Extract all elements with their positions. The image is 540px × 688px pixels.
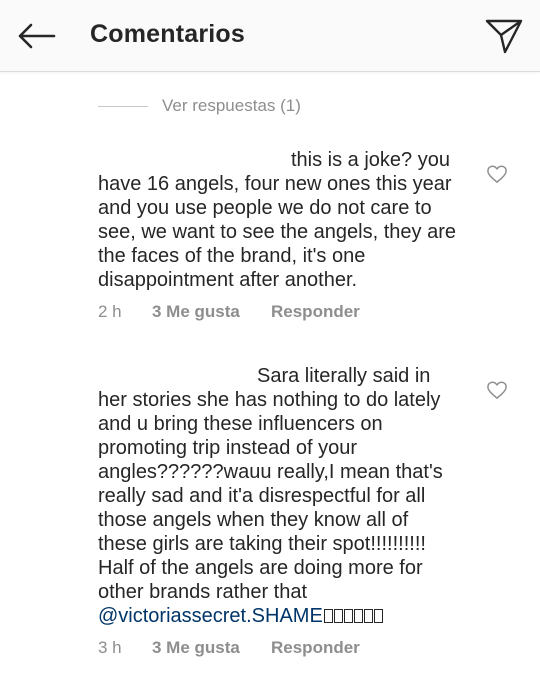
comment-time: 2 h <box>98 302 122 321</box>
comment-text: this is a joke? you have 16 angels, four… <box>98 149 456 291</box>
arrow-left-icon <box>18 23 56 49</box>
view-replies-button[interactable]: Ver respuestas (1) <box>98 94 301 118</box>
comment-mention-line: @victoriassecret.SHAME <box>98 604 478 628</box>
mention-link[interactable]: @victoriassecret.SHAME <box>98 605 323 627</box>
app-header: Comentarios <box>0 0 540 72</box>
reply-button[interactable]: Responder <box>271 302 360 322</box>
replies-divider <box>98 105 148 107</box>
reply-button[interactable]: Responder <box>271 638 360 658</box>
comment-meta: 2 h 3 Me gusta Responder <box>98 302 478 322</box>
comment-likes-link[interactable]: 3 Me gusta <box>152 638 271 658</box>
heart-icon[interactable] <box>486 164 508 184</box>
comment-meta: 3 h 3 Me gusta Responder <box>98 638 478 658</box>
heart-icon[interactable] <box>486 380 508 400</box>
paper-plane-icon <box>485 19 523 54</box>
share-button[interactable] <box>482 14 526 58</box>
emoji-glyphs <box>323 605 383 627</box>
comment-time: 3 h <box>98 638 122 657</box>
page-title: Comentarios <box>90 20 246 48</box>
comment-likes-link[interactable]: 3 Me gusta <box>152 302 271 322</box>
view-replies-label: Ver respuestas (1) <box>162 96 301 115</box>
comment-item: Sara literally said in her stories she h… <box>98 364 478 658</box>
comment-text: Sara literally said in her stories she h… <box>98 365 443 603</box>
comment-item: this is a joke? you have 16 angels, four… <box>98 148 478 322</box>
back-button[interactable] <box>12 14 60 58</box>
